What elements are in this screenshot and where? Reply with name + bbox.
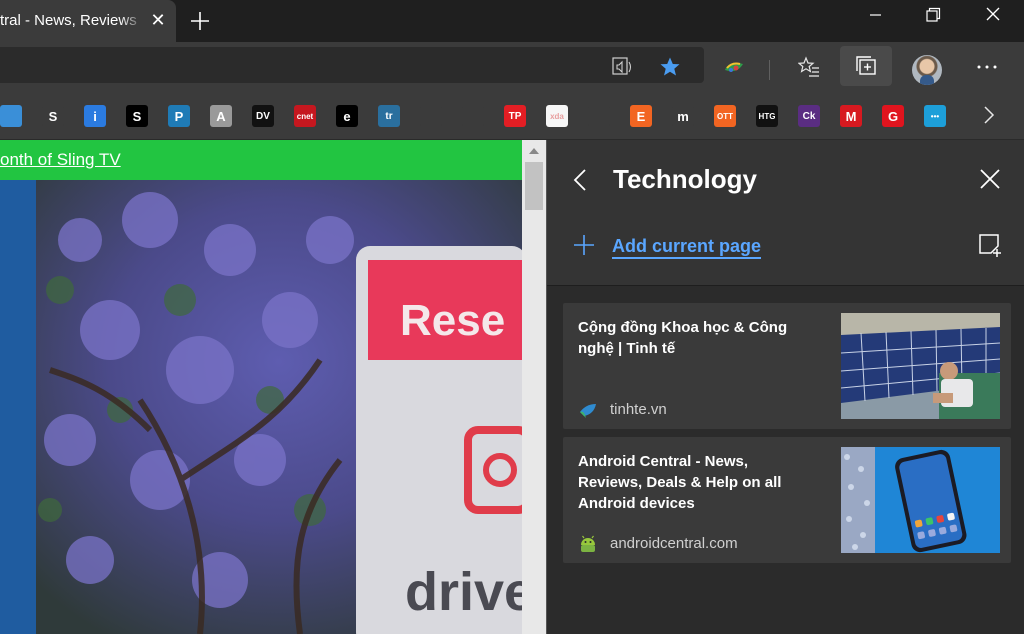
collections-icon [856, 56, 876, 75]
collections-header: Technology Add current page [547, 140, 1024, 286]
back-button[interactable] [569, 164, 593, 196]
close-icon [980, 169, 1000, 189]
fav-drive-icon[interactable] [462, 105, 484, 127]
sign-text-bottom: drive [405, 562, 522, 622]
page-scrollbar[interactable] [522, 140, 546, 634]
favorites-list-icon [798, 56, 819, 77]
sign-text-top: Rese [400, 296, 505, 345]
close-pane-button[interactable] [977, 166, 1003, 192]
fav-flower-icon[interactable] [588, 105, 610, 127]
fav-xda-icon[interactable]: xda [546, 105, 568, 127]
tab-title: tral - News, Reviews [0, 12, 137, 29]
close-tab-icon[interactable]: ✕ [148, 9, 168, 31]
web-page-content: onth of Sling TV Rese drive [0, 140, 522, 634]
fav-e-icon[interactable]: e [336, 105, 358, 127]
tinhte-favicon [580, 404, 596, 418]
restore-button[interactable] [910, 0, 956, 30]
collections-button[interactable] [840, 46, 892, 86]
fav-s-black-icon[interactable]: S [126, 105, 148, 127]
new-tab-button[interactable] [186, 7, 214, 35]
collections-pane: Technology Add current page Cộng đồng Kh… [546, 140, 1024, 634]
chevron-left-icon [573, 169, 586, 191]
close-icon [986, 7, 1000, 21]
browser-tab[interactable]: tral - News, Reviews ✕ [0, 0, 176, 42]
fav-dots-icon[interactable]: ••• [924, 105, 946, 127]
add-current-page-link[interactable]: Add current page [612, 236, 762, 259]
extension-button[interactable] [717, 50, 749, 82]
fav-m-red-icon[interactable]: M [840, 105, 862, 127]
android-favicon [581, 535, 595, 552]
fav-i-blue-icon[interactable]: i [84, 105, 106, 127]
read-aloud-button[interactable] [606, 50, 638, 82]
fav-dv-icon[interactable]: DV [252, 105, 274, 127]
favorites-list-button[interactable] [792, 50, 824, 82]
favorite-star-icon [660, 57, 680, 76]
favorites-overflow-button[interactable] [978, 104, 1000, 126]
tab-title-fade [120, 6, 144, 36]
read-aloud-icon [612, 57, 632, 75]
fav-htg-icon[interactable]: HTG [756, 105, 778, 127]
more-menu-button[interactable] [970, 50, 1002, 82]
phone-thumbnail [841, 447, 1000, 553]
scroll-up-arrow[interactable] [529, 148, 539, 154]
promo-link[interactable]: onth of Sling TV [0, 150, 121, 170]
fav-cnet-icon[interactable]: cnet [294, 105, 316, 127]
collection-item-androidcentral[interactable]: Android Central - News, Reviews, Deals &… [563, 437, 1011, 563]
fav-tp-icon[interactable]: TP [504, 105, 526, 127]
fav-e-orange-icon[interactable]: E [630, 105, 652, 127]
plus-icon [191, 12, 209, 30]
favorites-bar: Si S P A DV cnet e tr TP xda Em OTT HTG Ck M G ••• [0, 90, 1024, 140]
fav-a-gray-icon[interactable]: A [210, 105, 232, 127]
profile-avatar[interactable] [912, 55, 942, 85]
minimize-icon [870, 14, 881, 16]
collection-item-title: Cộng đồng Khoa học & Công nghệ | Tinh tế [578, 319, 788, 357]
collection-item-domain: tinhte.vn [610, 401, 667, 418]
toolbar-separator [769, 60, 770, 80]
add-note-icon [979, 234, 1001, 257]
solar-panel-thumbnail [841, 313, 1000, 419]
add-page-plus-icon[interactable] [573, 234, 595, 256]
fav-ck-icon[interactable]: Ck [798, 105, 820, 127]
address-bar-row [0, 42, 1024, 90]
collection-item-tinhte[interactable]: Cộng đồng Khoa học & Công nghệ | Tinh tế… [563, 303, 1011, 429]
collection-title: Technology [613, 164, 757, 194]
title-bar: tral - News, Reviews ✕ [0, 0, 1024, 42]
close-window-button[interactable] [970, 0, 1016, 30]
scroll-thumb[interactable] [525, 162, 543, 210]
favorite-button[interactable] [653, 50, 685, 82]
fav-tab-blue-icon[interactable] [0, 105, 22, 127]
collection-item-title: Android Central - News, Reviews, Deals &… [578, 453, 782, 512]
fav-s-white-icon[interactable]: S [42, 105, 64, 127]
fav-p-blue-icon[interactable]: P [168, 105, 190, 127]
collection-item-domain: androidcentral.com [610, 535, 738, 552]
fav-ott-icon[interactable]: OTT [714, 105, 736, 127]
add-note-button[interactable] [977, 232, 1003, 258]
fav-m-icon[interactable]: m [672, 105, 694, 127]
fav-g-red-icon[interactable]: G [882, 105, 904, 127]
hero-image: Rese drive [0, 180, 522, 634]
more-menu-icon [977, 65, 997, 69]
promo-banner: onth of Sling TV [0, 140, 522, 180]
minimize-button[interactable] [852, 0, 898, 30]
restore-icon [926, 7, 941, 22]
fav-tr-icon[interactable]: tr [378, 105, 400, 127]
chevron-right-icon [984, 106, 995, 124]
fav-wave-icon[interactable] [420, 105, 442, 127]
color-extension-icon [725, 62, 743, 72]
address-bar[interactable] [0, 47, 704, 83]
